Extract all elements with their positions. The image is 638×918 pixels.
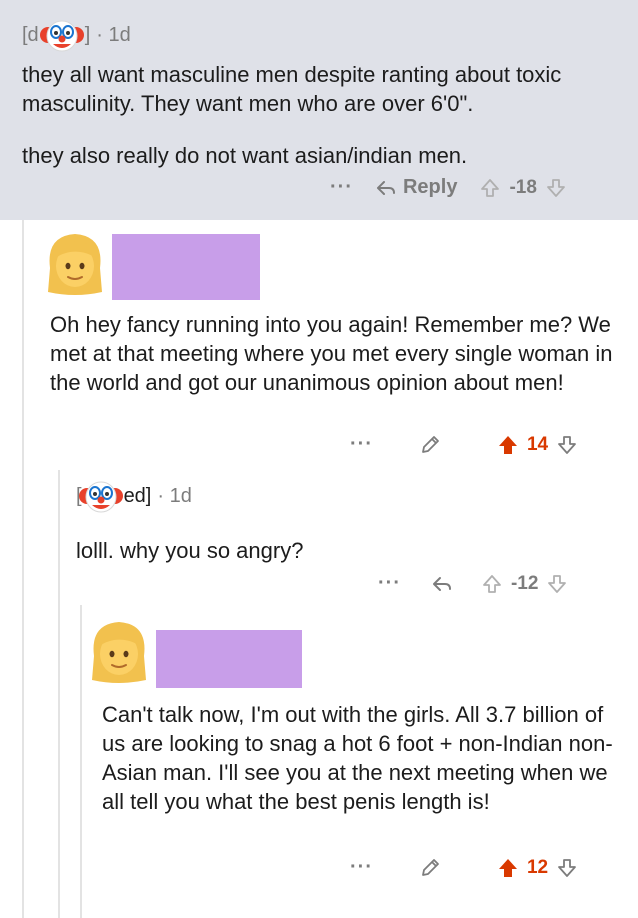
woman-emoji-icon — [84, 616, 154, 686]
comment-4-score: 12 — [526, 856, 549, 878]
comment-age: · 1d — [157, 484, 192, 507]
reply-arrow-icon[interactable] — [431, 573, 453, 595]
thread-line-1[interactable] — [22, 220, 24, 918]
downvote-icon[interactable] — [546, 573, 568, 595]
comment-1-actions: ··· Reply -18 — [330, 176, 567, 199]
comment-2-text: Oh hey fancy running into you again! Rem… — [50, 312, 613, 395]
downvote-icon[interactable] — [545, 177, 567, 199]
username-suffix: ed] — [123, 484, 152, 507]
comment-age: · 1d — [96, 23, 131, 46]
comment-2-score: 14 — [526, 433, 549, 455]
more-options-icon[interactable]: ··· — [350, 433, 373, 456]
comment-1-score: -18 — [509, 176, 537, 198]
comment-3-score: -12 — [510, 572, 539, 594]
clown-face-emoji-icon — [78, 476, 124, 516]
upvote-icon[interactable] — [479, 177, 501, 199]
upvote-icon[interactable] — [497, 857, 519, 879]
comment-3-actions: ··· -12 — [378, 572, 568, 595]
pencil-icon[interactable] — [419, 857, 441, 879]
downvote-icon[interactable] — [556, 857, 578, 879]
redacted-username-block — [156, 630, 302, 688]
pencil-icon[interactable] — [419, 434, 441, 456]
comment-2-actions: ··· 14 — [350, 433, 578, 456]
comment-1: [d ] · 1d they all want masculine men de… — [0, 0, 638, 220]
comment-1-text-paragraph-1: they all want masculine men despite rant… — [22, 62, 562, 116]
username-prefix: [d — [22, 23, 39, 46]
comment-3-text: lolll. why you so angry? — [76, 538, 304, 563]
downvote-icon[interactable] — [556, 434, 578, 456]
comment-4-avatar[interactable] — [84, 616, 154, 686]
thread-line-2[interactable] — [58, 470, 60, 918]
comment-1-header: [d ] · 1d — [22, 15, 131, 55]
comment-1-text-paragraph-2: they also really do not want asian/india… — [22, 143, 468, 168]
comment-4-actions: ··· 12 — [350, 856, 578, 879]
reply-arrow-icon[interactable] — [375, 177, 397, 199]
comment-4-text: Can't talk now, I'm out with the girls. … — [102, 702, 613, 814]
woman-emoji-icon — [40, 228, 110, 298]
redacted-username-block — [112, 234, 260, 300]
comment-2-avatar[interactable] — [40, 228, 110, 298]
thread-line-3[interactable] — [80, 605, 82, 918]
more-options-icon[interactable]: ··· — [350, 856, 373, 879]
more-options-icon[interactable]: ··· — [330, 176, 353, 199]
upvote-icon[interactable] — [497, 434, 519, 456]
upvote-icon[interactable] — [481, 573, 503, 595]
comment-3-header: [ ed] · 1d — [76, 476, 192, 516]
clown-face-emoji-icon — [39, 15, 85, 55]
more-options-icon[interactable]: ··· — [378, 572, 401, 595]
username-suffix: ] — [84, 23, 91, 46]
reply-button[interactable]: Reply — [403, 176, 457, 199]
